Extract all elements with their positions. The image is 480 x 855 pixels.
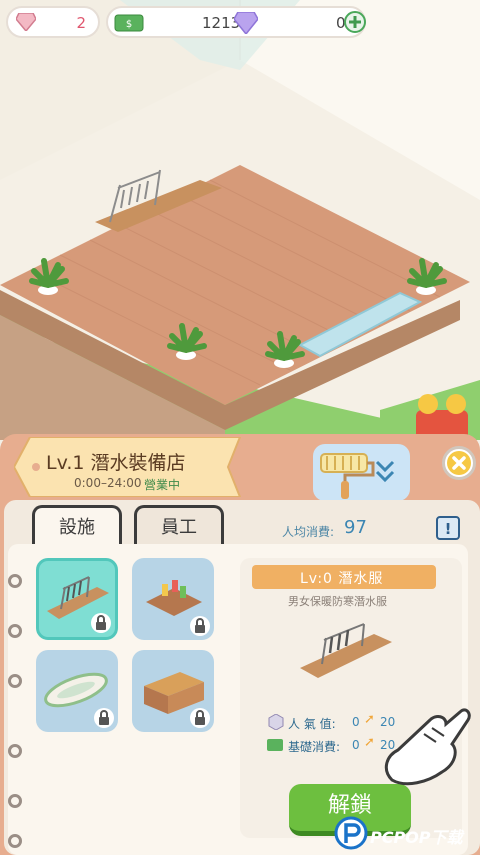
- gem-count: 2: [76, 14, 86, 32]
- watermark-text: PCPOP下载: [370, 828, 463, 847]
- facility-card-counter[interactable]: [132, 650, 214, 732]
- tab-staff[interactable]: 員工: [134, 505, 224, 547]
- facility-card-drink-table[interactable]: [132, 558, 214, 640]
- tab-facilities[interactable]: 設施: [32, 505, 122, 547]
- binder-ring: [8, 834, 22, 848]
- pcpop-logo-icon: [334, 816, 368, 850]
- shop-status: 營業中: [144, 478, 181, 492]
- popularity-value: 0: [352, 715, 360, 729]
- facility-card-wetsuit-rack[interactable]: [36, 558, 118, 640]
- svg-text:$: $: [126, 19, 132, 30]
- facility-card-surfboard[interactable]: [36, 650, 118, 732]
- binder-ring: [8, 794, 22, 808]
- avg-spend-label: 人均消費:: [282, 525, 335, 539]
- binder-ring: [8, 574, 22, 588]
- avg-spend-value: 97: [344, 517, 367, 538]
- gem-counter[interactable]: 2: [6, 6, 100, 38]
- lock-icon: [94, 708, 114, 728]
- binder-ring: [8, 744, 22, 758]
- plus-icon: [349, 16, 361, 28]
- popularity-label: 人 氣 值:: [288, 717, 336, 731]
- shop-title: Lv.1 潛水裝備店: [46, 452, 186, 474]
- currency-bar[interactable]: $ 1213 0: [106, 6, 366, 38]
- base-spend-label: 基礎消費:: [288, 740, 341, 754]
- facility-description: 男女保暖防寒潛水服: [288, 595, 387, 608]
- paint-roller-icon: [320, 453, 395, 499]
- add-currency-button[interactable]: [344, 11, 366, 33]
- close-icon: [447, 451, 471, 475]
- popularity-icon: [268, 714, 284, 730]
- watermark: PCPOP下载: [334, 812, 474, 852]
- cash-icon: [267, 739, 283, 751]
- close-button[interactable]: [442, 446, 476, 480]
- decorate-button[interactable]: [313, 444, 410, 501]
- wetsuit-rack-preview: [300, 623, 392, 678]
- diamond-icon: [234, 12, 258, 34]
- binder-ring: [8, 674, 22, 688]
- gem-icon: [16, 13, 36, 31]
- pointing-hand-icon: [384, 708, 471, 786]
- cash-icon: $: [114, 14, 144, 32]
- tab-staff-label: 員工: [161, 517, 197, 538]
- binder-ring: [8, 624, 22, 638]
- shop-hours: 0:00–24:00: [74, 476, 142, 490]
- facility-level-name: Lv:0 潛水服: [300, 571, 384, 587]
- base-spend-value: 0: [352, 738, 360, 752]
- shop-scene: [0, 0, 480, 440]
- lock-icon: [190, 708, 210, 728]
- lock-icon: [190, 616, 210, 636]
- lock-icon: [91, 613, 111, 633]
- info-button[interactable]: !: [436, 516, 460, 540]
- tab-facilities-label: 設施: [59, 517, 95, 538]
